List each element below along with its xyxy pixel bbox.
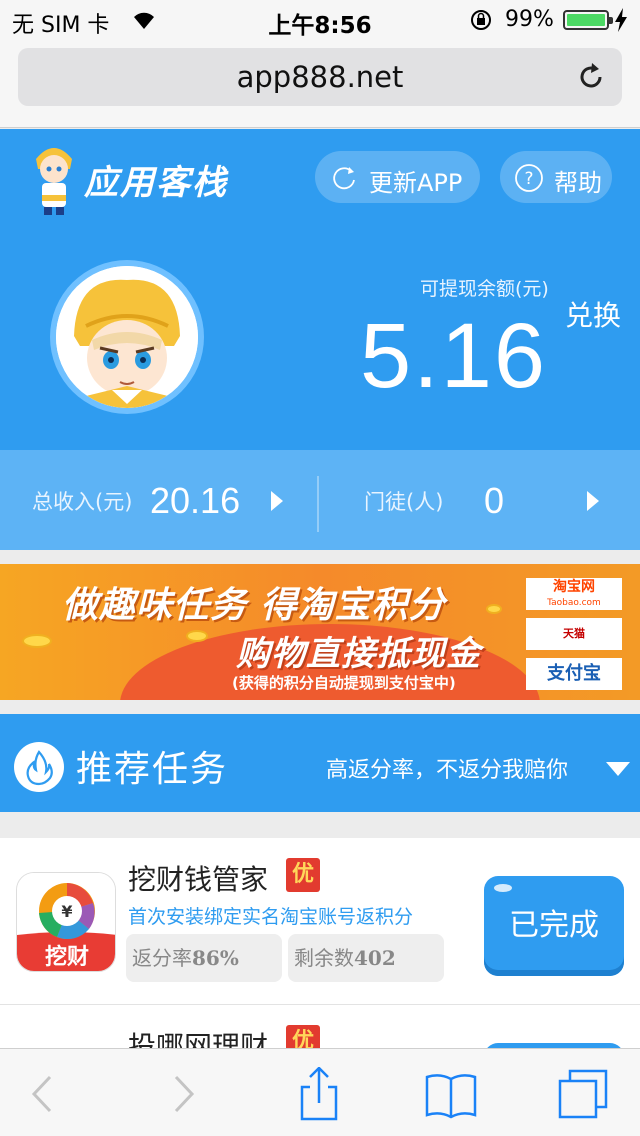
reload-icon[interactable] bbox=[576, 62, 606, 92]
alipay-logo: 支付宝 bbox=[526, 658, 622, 690]
fire-icon bbox=[14, 742, 64, 792]
recommended-tasks-header[interactable]: 推荐任务 高返分率，不返分我赔你 bbox=[0, 714, 640, 812]
task-name: 挖财钱管家 bbox=[128, 863, 269, 896]
apprentice-label: 门徒(人) bbox=[364, 490, 444, 514]
total-income-value: 20.16 bbox=[150, 480, 241, 521]
task-description: 首次安装绑定实名淘宝账号返积分 bbox=[128, 906, 414, 928]
update-app-label: 更新APP bbox=[369, 169, 463, 197]
total-income-label: 总收入(元) bbox=[32, 490, 133, 514]
tabs-icon[interactable] bbox=[556, 1067, 610, 1121]
battery-icon bbox=[563, 10, 613, 30]
app-header: 应用客栈 更新APP ? 帮助 bbox=[0, 129, 640, 222]
exchange-link[interactable]: 兑换 bbox=[565, 294, 621, 334]
promo-banner[interactable]: 做趣味任务 得淘宝积分 购物直接抵现金 (获得的积分自动提现到支付宝中) 淘宝网… bbox=[0, 564, 640, 700]
avatar[interactable] bbox=[50, 260, 204, 414]
balance-label: 可提现余额(元) bbox=[420, 278, 549, 300]
chevron-down-icon bbox=[606, 762, 630, 776]
premium-badge: 优 bbox=[286, 1025, 320, 1048]
wacai-app-icon: ¥ 挖财 bbox=[16, 872, 116, 972]
stats-divider bbox=[317, 476, 319, 532]
help-label: 帮助 bbox=[554, 169, 602, 197]
status-bar: 无 SIM 卡 上午8:56 99% bbox=[0, 0, 640, 40]
share-icon[interactable] bbox=[292, 1067, 346, 1121]
coin-icon bbox=[186, 630, 208, 642]
task-completed-button[interactable]: 已完成 bbox=[484, 876, 624, 976]
balance-value: 5.16 bbox=[360, 305, 548, 407]
tmall-logo: 天猫 TMALL.COM bbox=[526, 618, 622, 672]
refresh-icon bbox=[333, 167, 355, 190]
battery-percent: 99% bbox=[505, 7, 554, 32]
browser-address-bar: app888.net bbox=[0, 40, 640, 128]
url-field[interactable]: app888.net bbox=[18, 48, 622, 106]
browser-toolbar bbox=[0, 1048, 640, 1136]
update-app-button[interactable]: 更新APP bbox=[315, 151, 480, 203]
list-item[interactable]: 投哪网理财 优 bbox=[0, 1005, 640, 1048]
app-logo-text: 应用客栈 bbox=[84, 163, 228, 203]
user-avatar-icon bbox=[56, 266, 198, 408]
help-icon: ? bbox=[515, 164, 543, 192]
apprentice-value: 0 bbox=[484, 480, 505, 521]
banner-subheadline: 购物直接抵现金 bbox=[236, 634, 481, 674]
url-text: app888.net bbox=[236, 60, 404, 94]
coin-icon bbox=[486, 604, 502, 614]
recommended-subtitle: 高返分率，不返分我赔你 bbox=[326, 758, 569, 783]
svg-text:¥: ¥ bbox=[61, 902, 72, 921]
chevron-right-icon bbox=[587, 491, 599, 511]
banner-note: (获得的积分自动提现到支付宝中) bbox=[232, 674, 456, 692]
return-rate-tag: 返分率86% bbox=[126, 934, 282, 982]
forward-icon[interactable] bbox=[156, 1067, 210, 1121]
balance-panel: 可提现余额(元) 5.16 兑换 bbox=[0, 222, 640, 450]
remaining-count-tag: 剩余数402 bbox=[288, 934, 444, 982]
charging-icon bbox=[615, 8, 627, 32]
svg-text:?: ? bbox=[524, 169, 533, 189]
recommended-title: 推荐任务 bbox=[76, 749, 229, 790]
app-icon bbox=[16, 1039, 116, 1048]
bookmarks-icon[interactable] bbox=[424, 1067, 478, 1121]
coin-icon bbox=[22, 634, 52, 648]
list-item[interactable]: ¥ 挖财 挖财钱管家 优 首次安装绑定实名淘宝账号返积分 返分率86% 剩余数4… bbox=[0, 838, 640, 1005]
task-name: 投哪网理财 bbox=[128, 1030, 269, 1048]
help-button[interactable]: ? 帮助 bbox=[500, 151, 612, 203]
stats-bar: 总收入(元) 20.16 门徒(人) 0 bbox=[0, 450, 640, 550]
task-list: ¥ 挖财 挖财钱管家 优 首次安装绑定实名淘宝账号返积分 返分率86% 剩余数4… bbox=[0, 838, 640, 1048]
mascot-logo-icon bbox=[36, 148, 72, 215]
back-icon[interactable] bbox=[16, 1067, 70, 1121]
chevron-right-icon bbox=[271, 491, 283, 511]
banner-headline: 做趣味任务 得淘宝积分 bbox=[62, 585, 446, 626]
taobao-logo: 淘宝网 Taobao.com bbox=[526, 578, 622, 610]
premium-badge: 优 bbox=[286, 858, 320, 892]
rotation-lock-icon bbox=[471, 10, 491, 30]
